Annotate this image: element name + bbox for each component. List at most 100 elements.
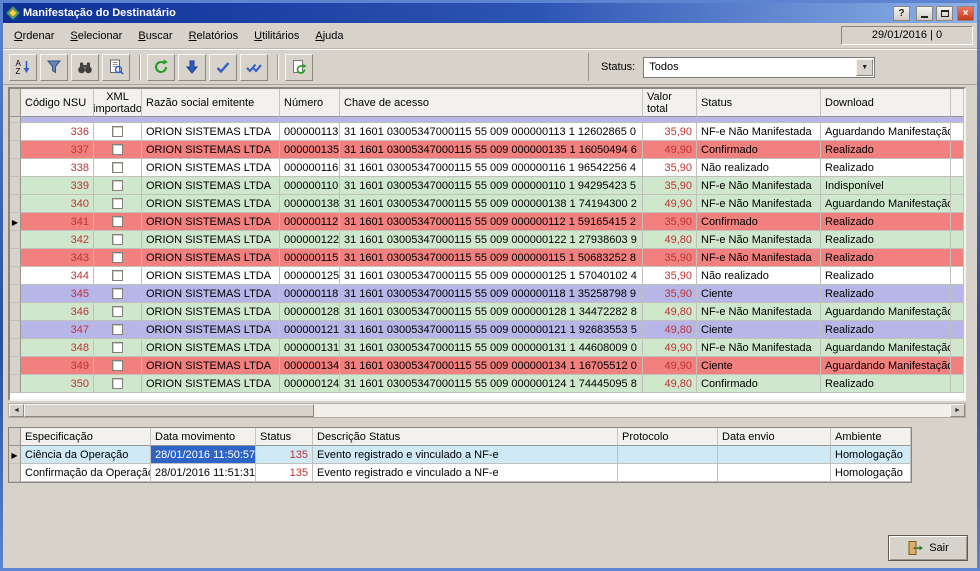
column-header-7[interactable]: Status [697, 89, 821, 117]
grid-row[interactable]: 350ORION SISTEMAS LTDA00000012431 1601 0… [10, 375, 964, 393]
reprocess-button[interactable] [285, 54, 313, 81]
toolbar-separator [139, 55, 141, 80]
detail-row[interactable]: ▶Ciência da Operação28/01/2016 11:50:571… [9, 446, 911, 464]
grid-row[interactable]: 343ORION SISTEMAS LTDA00000011531 1601 0… [10, 249, 964, 267]
detail-row[interactable]: Confirmação da Operação28/01/2016 11:51:… [9, 464, 911, 482]
download-nfe-button[interactable] [178, 54, 206, 81]
column-header-5[interactable]: Chave de acesso [340, 89, 643, 117]
refresh-button[interactable] [147, 54, 175, 81]
horizontal-scrollbar[interactable]: ◄ ► [8, 403, 966, 418]
grid-row[interactable]: 338ORION SISTEMAS LTDA00000011631 1601 0… [10, 159, 964, 177]
close-button[interactable]: × [957, 6, 974, 21]
filter-button[interactable] [40, 54, 68, 81]
grid-row[interactable]: 345ORION SISTEMAS LTDA00000011831 1601 0… [10, 285, 964, 303]
cell-chave-de-acesso: 31 1601 03005347000115 55 009 000000134 … [340, 357, 643, 375]
cell-chave-de-acesso: 31 1601 03005347000115 55 009 000000138 … [340, 195, 643, 213]
xml-importado-checkbox[interactable] [112, 306, 123, 317]
grid-row[interactable]: 344ORION SISTEMAS LTDA00000012531 1601 0… [10, 267, 964, 285]
column-header-3[interactable]: Razão social emitente [142, 89, 280, 117]
grid-row[interactable]: 336ORION SISTEMAS LTDA00000011331 1601 0… [10, 123, 964, 141]
find-button[interactable] [71, 54, 99, 81]
cell-numero: 000000118 [280, 285, 340, 303]
cell-numero: 000000112 [280, 213, 340, 231]
app-icon [6, 6, 20, 20]
column-header-8[interactable]: Download [821, 89, 951, 117]
xml-importado-checkbox[interactable] [112, 342, 123, 353]
combo-dropdown-button[interactable]: ▼ [856, 59, 873, 76]
cell-xml-importado [94, 177, 142, 195]
cell-numero: 000000115 [280, 249, 340, 267]
cell-chave-de-acesso: 31 1601 03005347000115 55 009 000000131 … [340, 339, 643, 357]
cell-data-movimento: 28/01/2016 11:51:31 [151, 464, 256, 482]
help-button[interactable]: ? [893, 6, 910, 21]
titlebar[interactable]: Manifestação do Destinatário ? × [3, 3, 977, 23]
xml-importado-checkbox[interactable] [112, 360, 123, 371]
hscroll-thumb[interactable] [24, 404, 314, 417]
confirm-all-button[interactable] [240, 54, 268, 81]
cell-download: Realizado [821, 321, 951, 339]
cell-codigo-nsu: 338 [21, 159, 94, 177]
scroll-right-button[interactable]: ► [950, 404, 965, 417]
cell-partial-column [951, 321, 964, 339]
column-header-6[interactable]: Valor total [643, 89, 697, 117]
xml-importado-checkbox[interactable] [112, 324, 123, 335]
xml-importado-checkbox[interactable] [112, 144, 123, 155]
menu-ordenar[interactable]: Ordenar [6, 26, 62, 46]
grid-row[interactable]: ▶341ORION SISTEMAS LTDA00000011231 1601 … [10, 213, 964, 231]
xml-importado-checkbox[interactable] [112, 216, 123, 227]
confirm-button[interactable] [209, 54, 237, 81]
grid-row[interactable]: 339ORION SISTEMAS LTDA00000011031 1601 0… [10, 177, 964, 195]
xml-importado-checkbox[interactable] [112, 288, 123, 299]
cell-valor-total: 49,80 [643, 375, 697, 393]
cell-data-envio [718, 464, 831, 482]
grid-row[interactable]: 342ORION SISTEMAS LTDA00000012231 1601 0… [10, 231, 964, 249]
cell-codigo-nsu: 343 [21, 249, 94, 267]
xml-importado-checkbox[interactable] [112, 270, 123, 281]
row-marker-icon: ▶ [12, 218, 18, 227]
menu-selecionar[interactable]: Selecionar [62, 26, 130, 46]
grid-row[interactable]: 347ORION SISTEMAS LTDA00000012131 1601 0… [10, 321, 964, 339]
maximize-button[interactable] [936, 6, 953, 21]
menu-ajuda[interactable]: Ajuda [307, 26, 351, 46]
xml-importado-checkbox[interactable] [112, 180, 123, 191]
sort-button[interactable]: A Z [9, 54, 37, 81]
xml-importado-checkbox[interactable] [112, 162, 123, 173]
grid-row[interactable]: 337ORION SISTEMAS LTDA00000013531 1601 0… [10, 141, 964, 159]
xml-importado-checkbox[interactable] [112, 234, 123, 245]
grid-row[interactable]: 346ORION SISTEMAS LTDA00000012831 1601 0… [10, 303, 964, 321]
hscroll-track[interactable] [314, 404, 950, 417]
cell-valor-total: 35,90 [643, 285, 697, 303]
grid-row[interactable]: 349ORION SISTEMAS LTDA00000013431 1601 0… [10, 357, 964, 375]
cell-xml-importado [94, 339, 142, 357]
cell-download: Realizado [821, 213, 951, 231]
scroll-left-button[interactable]: ◄ [9, 404, 24, 417]
cell-xml-importado [94, 303, 142, 321]
grid-row[interactable]: 348ORION SISTEMAS LTDA00000013131 1601 0… [10, 339, 964, 357]
cell-ambiente: Homologação [831, 464, 911, 482]
grid-row[interactable]: 340ORION SISTEMAS LTDA00000013831 1601 0… [10, 195, 964, 213]
cell-valor-total: 49,80 [643, 303, 697, 321]
menu-relatorios[interactable]: Relatórios [181, 26, 247, 46]
status-combobox[interactable]: Todos ▼ [643, 57, 875, 78]
cell-protocolo [618, 446, 718, 464]
column-header-2[interactable]: XML importado [94, 89, 142, 117]
cell-valor-total: 49,80 [643, 321, 697, 339]
cell-emitente: ORION SISTEMAS LTDA [142, 159, 280, 177]
cell-numero: 000000138 [280, 195, 340, 213]
xml-importado-checkbox[interactable] [112, 198, 123, 209]
row-marker-cell: ▶ [10, 213, 21, 231]
report-preview-button[interactable] [102, 54, 130, 81]
xml-importado-checkbox[interactable] [112, 378, 123, 389]
column-header-4[interactable]: Número [280, 89, 340, 117]
toolbar-separator [277, 55, 279, 80]
menu-utilitarios[interactable]: Utilitários [246, 26, 307, 46]
cell-emitente: ORION SISTEMAS LTDA [142, 321, 280, 339]
minimize-button[interactable] [916, 6, 933, 21]
xml-importado-checkbox[interactable] [112, 126, 123, 137]
exit-button[interactable]: Sair [888, 535, 968, 561]
column-header-1[interactable]: Código NSU [21, 89, 94, 117]
cell-download: Realizado [821, 285, 951, 303]
xml-importado-checkbox[interactable] [112, 252, 123, 263]
row-marker-cell [10, 303, 21, 321]
menu-buscar[interactable]: Buscar [130, 26, 180, 46]
